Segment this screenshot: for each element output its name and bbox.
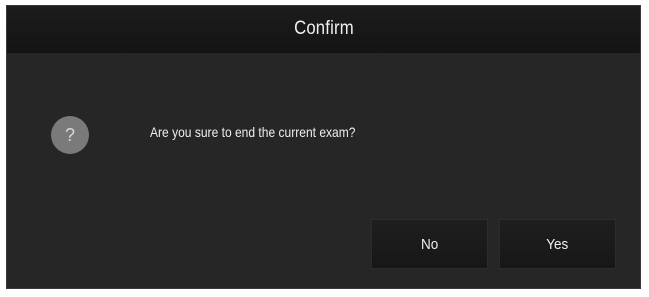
yes-button-label: Yes [546, 235, 569, 253]
question-mark-glyph: ? [64, 124, 75, 145]
dialog-title: Confirm [293, 18, 354, 39]
dialog-message: Are you sure to end the current exam? [150, 124, 356, 140]
dialog-titlebar: Confirm [7, 6, 640, 53]
question-icon: ? [51, 116, 89, 154]
confirm-dialog: Confirm ? Are you sure to end the curren… [6, 5, 641, 289]
yes-button[interactable]: Yes [499, 219, 616, 269]
no-button[interactable]: No [371, 219, 488, 269]
no-button-label: No [420, 235, 439, 253]
